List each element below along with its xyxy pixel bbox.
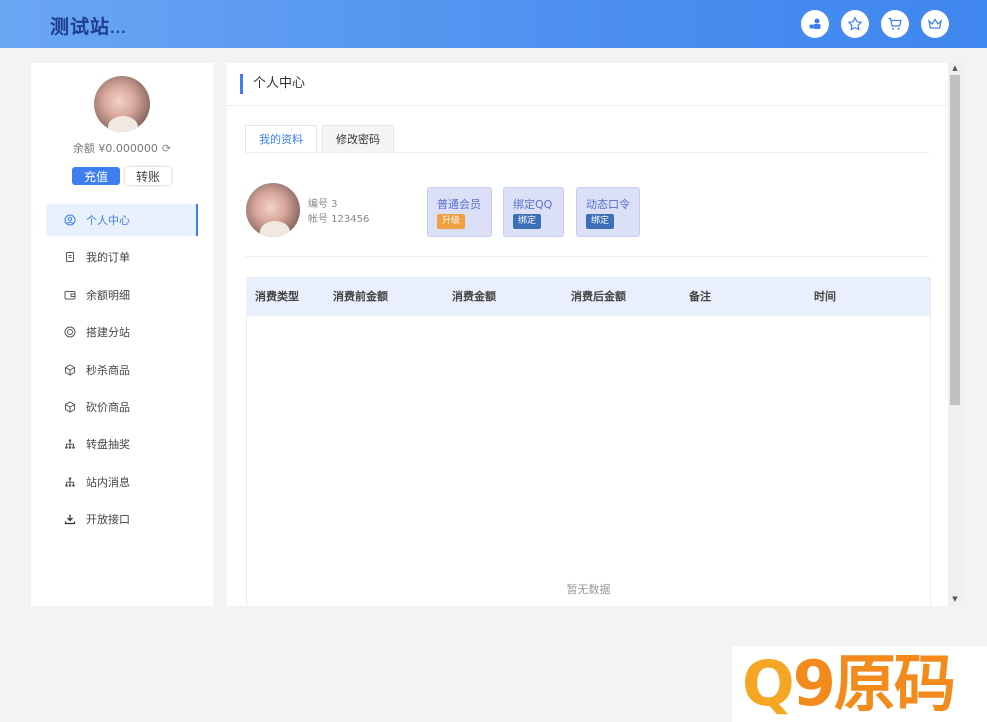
sidebar-item-balance-detail[interactable]: 余额明细: [46, 279, 198, 311]
users-icon[interactable]: [801, 10, 829, 38]
profile-info: 编号 3 帐号 123456: [308, 197, 369, 227]
top-header: 测试站...: [0, 0, 987, 48]
divider: [227, 105, 948, 106]
sidebar: 余额 ¥0.000000 ⟳ 充值 转账 个人中心 我的订单 余额明细 搭建分站 …: [31, 63, 213, 606]
scroll-up-arrow-icon[interactable]: ▲: [948, 63, 962, 73]
sidebar-item-flash-sale[interactable]: 秒杀商品: [46, 354, 198, 386]
watermark-q: Q: [742, 647, 795, 720]
member-level-label: 普通会员: [437, 198, 481, 211]
transaction-table: 消费类型 消费前金额 消费金额 消费后金额 备注 时间 暂无数据: [246, 277, 931, 606]
box-icon: [64, 363, 76, 376]
refresh-icon[interactable]: ⟳: [162, 142, 171, 155]
recharge-button[interactable]: 充值: [72, 167, 120, 185]
column-header: 备注: [689, 290, 711, 303]
sidebar-item-messages[interactable]: 站内消息: [46, 466, 198, 498]
table-header: 消费类型 消费前金额 消费金额 消费后金额 备注 时间: [247, 278, 930, 316]
sidebar-item-label: 转盘抽奖: [86, 438, 130, 452]
profile-avatar: [246, 183, 300, 237]
sidebar-item-bargain[interactable]: 砍价商品: [46, 391, 198, 423]
divider: [245, 256, 929, 257]
logo-text: 测试站: [50, 16, 111, 38]
tab-bar: 我的资料 修改密码: [245, 125, 399, 152]
download-icon: [64, 513, 76, 525]
site-icon: [64, 326, 76, 338]
column-header: 消费金额: [452, 290, 496, 303]
scroll-down-arrow-icon[interactable]: ▼: [948, 594, 962, 604]
sidebar-item-label: 个人中心: [86, 214, 130, 227]
wallet-icon: [64, 289, 76, 301]
transfer-button[interactable]: 转账: [125, 167, 171, 185]
balance-value: 余额 ¥0.000000: [72, 142, 158, 155]
page-title: 个人中心: [240, 74, 305, 94]
column-header: 消费类型: [255, 290, 299, 303]
sidebar-item-label: 我的订单: [86, 251, 130, 265]
column-header: 消费前金额: [333, 290, 388, 303]
watermark-text: Q9原码: [742, 646, 956, 722]
scrollbar[interactable]: ▲ ▼: [948, 63, 962, 606]
cart-icon[interactable]: [881, 10, 909, 38]
bind-token-button[interactable]: 绑定: [586, 214, 615, 229]
column-header: 时间: [814, 290, 836, 303]
order-icon: [64, 251, 76, 263]
sidebar-item-personal-center[interactable]: 个人中心: [46, 204, 198, 236]
balance-text: 余额 ¥0.000000 ⟳: [31, 140, 213, 156]
bind-qq-label: 绑定QQ: [513, 198, 553, 211]
column-header: 消费后金额: [571, 290, 626, 303]
crown-icon[interactable]: [921, 10, 949, 38]
box-icon: [64, 401, 76, 413]
user-account: 帐号 123456: [308, 214, 370, 225]
star-icon[interactable]: [841, 10, 869, 38]
dynamic-token-card: 动态口令 绑定: [576, 187, 640, 237]
tab-change-password[interactable]: 修改密码: [322, 125, 394, 152]
upgrade-button[interactable]: 升级: [437, 214, 466, 229]
sidebar-item-lottery[interactable]: 转盘抽奖: [46, 428, 198, 460]
dynamic-token-label: 动态口令: [586, 198, 630, 211]
logo-suffix: ...: [110, 22, 127, 36]
bind-qq-card: 绑定QQ 绑定: [503, 187, 564, 237]
member-level-card: 普通会员 升级: [427, 187, 492, 237]
sidebar-item-label: 秒杀商品: [86, 363, 130, 377]
user-id: 编号 3: [308, 199, 338, 210]
scrollbar-thumb[interactable]: [950, 75, 960, 405]
tab-my-profile[interactable]: 我的资料: [245, 125, 317, 152]
sidebar-item-label: 余额明细: [86, 288, 130, 302]
watermark-logo: Q9原码: [732, 646, 987, 722]
sidebar-item-label: 砍价商品: [86, 400, 130, 414]
bind-qq-button[interactable]: 绑定: [513, 214, 542, 229]
tree-icon: [64, 438, 76, 450]
empty-state-text: 暂无数据: [566, 583, 611, 596]
user-avatar: [94, 76, 150, 132]
sidebar-item-label: 站内消息: [86, 475, 130, 489]
sidebar-item-label: 开放接口: [86, 513, 130, 527]
divider: [245, 152, 929, 153]
sidebar-item-build-site[interactable]: 搭建分站: [46, 316, 198, 348]
sidebar-menu: 个人中心 我的订单 余额明细 搭建分站 秒杀商品 砍价商品 转盘抽奖 站内消息: [46, 204, 198, 541]
sidebar-item-label: 搭建分站: [86, 326, 130, 340]
tree-icon: [64, 476, 76, 488]
user-icon: [64, 214, 76, 226]
sidebar-item-orders[interactable]: 我的订单: [46, 241, 198, 273]
main-panel: 个人中心 我的资料 修改密码 编号 3 帐号 123456 普通会员 升级 绑定…: [227, 63, 948, 606]
site-logo[interactable]: 测试站...: [50, 12, 127, 39]
watermark-rest: 9原码: [792, 647, 956, 720]
sidebar-item-open-api[interactable]: 开放接口: [46, 503, 198, 535]
